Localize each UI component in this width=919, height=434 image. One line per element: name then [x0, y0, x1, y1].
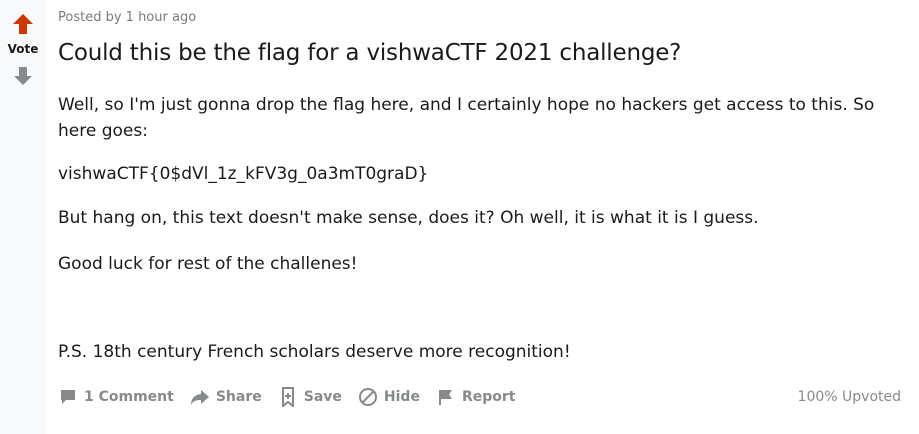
hide-label: Hide: [383, 389, 420, 405]
arrow-up-icon: [13, 14, 33, 34]
save-button[interactable]: Save: [278, 387, 342, 407]
report-button[interactable]: Report: [436, 387, 516, 407]
hide-button[interactable]: Hide: [358, 387, 420, 407]
upvote-ratio: 100% Upvoted: [797, 389, 901, 405]
share-label: Share: [215, 389, 262, 405]
vote-column: Vote: [0, 0, 46, 434]
share-arrow-icon: [190, 387, 210, 407]
upvote-button[interactable]: [11, 13, 35, 35]
bookmark-icon: [278, 387, 298, 407]
save-label: Save: [303, 389, 342, 405]
arrow-down-icon: [14, 67, 32, 85]
comments-label: 1 Comment: [84, 389, 174, 405]
comments-button[interactable]: 1 Comment: [58, 387, 174, 407]
share-button[interactable]: Share: [190, 387, 262, 407]
post-paragraph: Well, so I'm just gonna drop the flag he…: [58, 95, 875, 141]
comment-icon: [58, 387, 78, 407]
post-title[interactable]: Could this be the flag for a vishwaCTF 2…: [58, 40, 681, 66]
hide-icon: [358, 387, 378, 407]
post-paragraph: Good luck for rest of the challenes!: [58, 254, 358, 274]
report-label: Report: [461, 389, 516, 405]
flag-icon: [436, 387, 456, 407]
post-paragraph: P.S. 18th century French scholars deserv…: [58, 342, 571, 362]
downvote-button[interactable]: [12, 66, 34, 86]
post-actions-bar: 1 Comment Share Save Hide Report: [58, 384, 531, 410]
post-meta: Posted by 1 hour ago: [58, 10, 197, 25]
post-flag-text: vishwaCTF{0$dVl_1z_kFV3g_0a3mT0graD}: [58, 164, 429, 184]
post-paragraph: But hang on, this text doesn't make sens…: [58, 208, 759, 228]
vote-label: Vote: [7, 42, 39, 56]
